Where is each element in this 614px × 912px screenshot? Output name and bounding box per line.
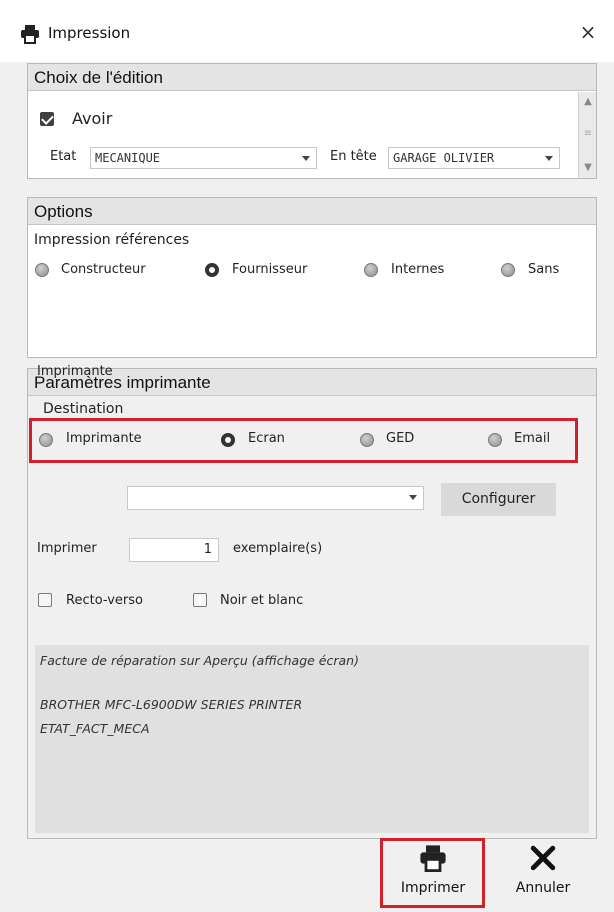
cancel-button[interactable]: Annuler	[498, 844, 588, 906]
edition-scrollbar[interactable]: ▲ ≡ ▼	[578, 92, 596, 178]
scroll-down-icon[interactable]: ▼	[582, 162, 594, 174]
chevron-down-icon	[296, 148, 316, 168]
radio-constructeur-label: Constructeur	[61, 262, 146, 277]
radio-internes-label: Internes	[391, 262, 445, 277]
avoir-label: Avoir	[72, 109, 113, 128]
radio-sans-label: Sans	[528, 262, 560, 277]
window-title: Impression	[48, 24, 131, 42]
radio-dest-email[interactable]	[488, 433, 502, 447]
radio-internes[interactable]	[364, 263, 378, 277]
copies-input[interactable]: 1	[129, 538, 219, 562]
radio-constructeur[interactable]	[35, 263, 49, 277]
radio-dest-ged-label: GED	[386, 431, 415, 446]
options-group: Options Impression références Constructe…	[27, 197, 597, 358]
imprimante-select[interactable]	[127, 486, 424, 510]
scroll-thumb[interactable]: ≡	[583, 122, 593, 146]
recto-verso-label: Recto-verso	[66, 593, 143, 608]
radio-dest-email-label: Email	[514, 431, 551, 446]
imprimante-label: Imprimante	[37, 364, 113, 379]
destination-label: Destination	[43, 401, 124, 417]
radio-dest-ecran[interactable]	[221, 433, 235, 447]
etat-label: Etat	[50, 149, 77, 164]
edition-group: Choix de l'édition Avoir Etat MECANIQUE …	[27, 63, 597, 179]
noir-blanc-checkbox[interactable]	[193, 593, 207, 607]
options-group-header: Options	[28, 198, 596, 225]
close-button[interactable]: ×	[574, 18, 602, 46]
imprimer-copies-label: Imprimer	[37, 541, 97, 556]
close-icon	[530, 845, 556, 871]
etat-select[interactable]: MECANIQUE	[90, 147, 317, 169]
entete-label: En tête	[330, 149, 377, 164]
printer-icon	[420, 845, 446, 872]
avoir-checkbox[interactable]	[40, 112, 54, 126]
radio-dest-ged[interactable]	[360, 433, 374, 447]
noir-blanc-label: Noir et blanc	[220, 593, 304, 608]
radio-dest-ecran-label: Ecran	[248, 431, 285, 446]
radio-sans[interactable]	[501, 263, 515, 277]
radio-dest-imprimante-label: Imprimante	[66, 431, 142, 446]
printer-icon	[21, 25, 39, 44]
chevron-down-icon	[539, 148, 559, 168]
chevron-down-icon	[403, 487, 423, 507]
print-info-box: Facture de réparation sur Aperçu (affich…	[35, 645, 589, 833]
entete-select[interactable]: GARAGE OLIVIER	[388, 147, 560, 169]
etat-value: MECANIQUE	[95, 151, 161, 165]
recto-verso-checkbox[interactable]	[38, 593, 52, 607]
printer-group-header: Paramètres imprimante	[28, 369, 596, 396]
print-button-label: Imprimer	[400, 880, 466, 896]
configurer-button[interactable]: Configurer	[441, 483, 556, 516]
radio-fournisseur-label: Fournisseur	[232, 262, 308, 277]
info-line-3: ETAT_FACT_MECA	[40, 721, 150, 736]
radio-fournisseur[interactable]	[205, 263, 219, 277]
print-button[interactable]: Imprimer	[384, 844, 482, 906]
radio-dest-imprimante[interactable]	[39, 433, 53, 447]
info-line-1: Facture de réparation sur Aperçu (affich…	[40, 653, 359, 668]
title-bar: Impression ×	[0, 0, 614, 62]
edition-group-header: Choix de l'édition	[28, 64, 596, 91]
scroll-up-icon[interactable]: ▲	[582, 96, 594, 108]
info-line-2: BROTHER MFC-L6900DW SERIES PRINTER	[40, 697, 303, 712]
entete-value: GARAGE OLIVIER	[393, 151, 495, 165]
impression-references-label: Impression références	[34, 232, 190, 248]
copies-suffix: exemplaire(s)	[233, 541, 323, 556]
cancel-button-label: Annuler	[515, 880, 571, 896]
